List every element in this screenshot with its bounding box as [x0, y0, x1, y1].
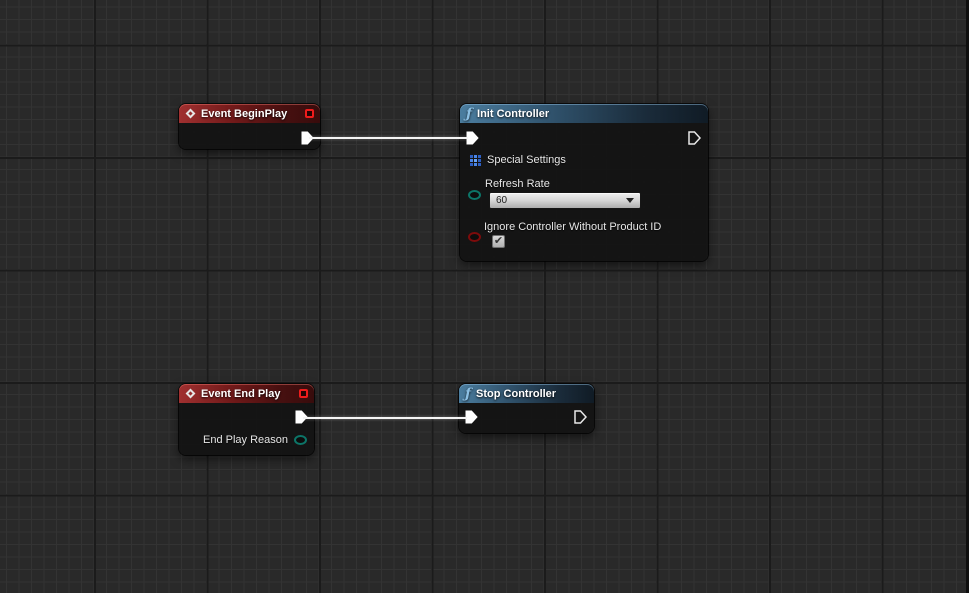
refresh-rate-dropdown[interactable]: 60 [489, 192, 641, 209]
node-title: Event End Play [201, 388, 280, 400]
node-event-begin-play[interactable]: Event BeginPlay [179, 104, 320, 149]
function-icon: ƒ [466, 107, 472, 121]
event-diamond-icon [186, 109, 196, 119]
end-play-reason-label: End Play Reason [203, 434, 288, 446]
event-diamond-icon [186, 389, 196, 399]
struct-pin-icon[interactable] [470, 155, 481, 166]
refresh-rate-enum-pin[interactable] [468, 190, 481, 200]
ignore-controller-checkbox[interactable]: ✔ [492, 235, 505, 248]
end-play-reason-enum-pin[interactable] [294, 435, 307, 445]
node-title: Stop Controller [476, 388, 556, 400]
function-icon: ƒ [465, 387, 471, 401]
exec-wire-beginplay-to-initcontroller[interactable] [309, 137, 468, 139]
refresh-rate-label: Refresh Rate [485, 178, 550, 190]
node-init-controller[interactable]: ƒ Init Controller Special Settings Refre… [460, 104, 708, 261]
node-stop-controller[interactable]: ƒ Stop Controller [459, 384, 594, 433]
node-title: Event BeginPlay [201, 108, 287, 120]
exec-output-pin[interactable] [688, 131, 701, 145]
node-title: Init Controller [477, 108, 549, 120]
checkbox-check-icon: ✔ [494, 236, 503, 247]
exec-wire-endplay-to-stopcontroller[interactable] [303, 417, 467, 419]
node-header: Event End Play [179, 384, 314, 403]
blueprint-graph-canvas[interactable]: { "icons": { "function_glyph": "ƒ", "che… [0, 0, 969, 593]
exec-output-pin[interactable] [574, 410, 587, 424]
node-header: ƒ Stop Controller [459, 384, 594, 403]
ignore-controller-bool-pin[interactable] [468, 232, 481, 242]
node-header: ƒ Init Controller [460, 104, 708, 123]
refresh-rate-value: 60 [496, 195, 507, 206]
dropdown-arrow-icon [626, 198, 634, 203]
ignore-controller-label: Ignore Controller Without Product ID [484, 221, 661, 233]
special-settings-label: Special Settings [487, 154, 566, 166]
event-bind-icon [305, 109, 314, 118]
special-settings-row: Special Settings [470, 154, 566, 166]
end-play-reason-row: End Play Reason [203, 434, 307, 446]
node-header: Event BeginPlay [179, 104, 320, 123]
event-bind-icon [299, 389, 308, 398]
node-event-end-play[interactable]: Event End Play End Play Reason [179, 384, 314, 455]
